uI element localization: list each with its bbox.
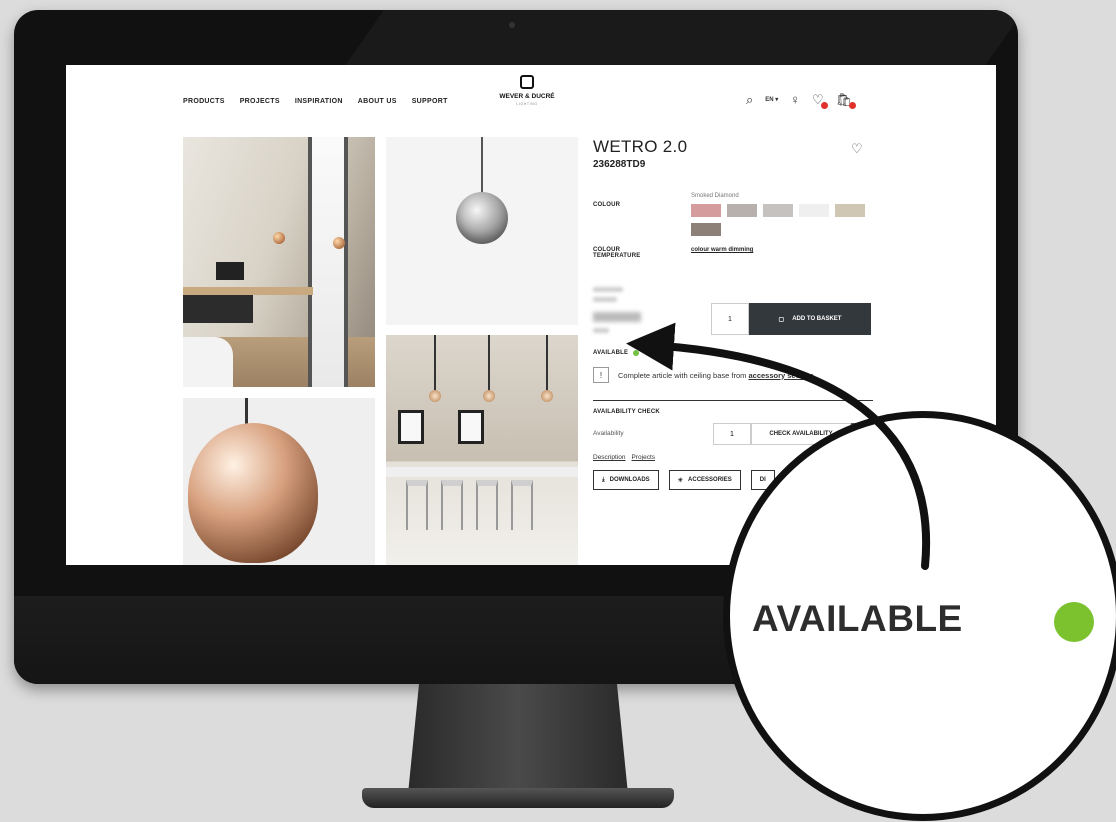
callout-arrow — [626, 322, 931, 570]
